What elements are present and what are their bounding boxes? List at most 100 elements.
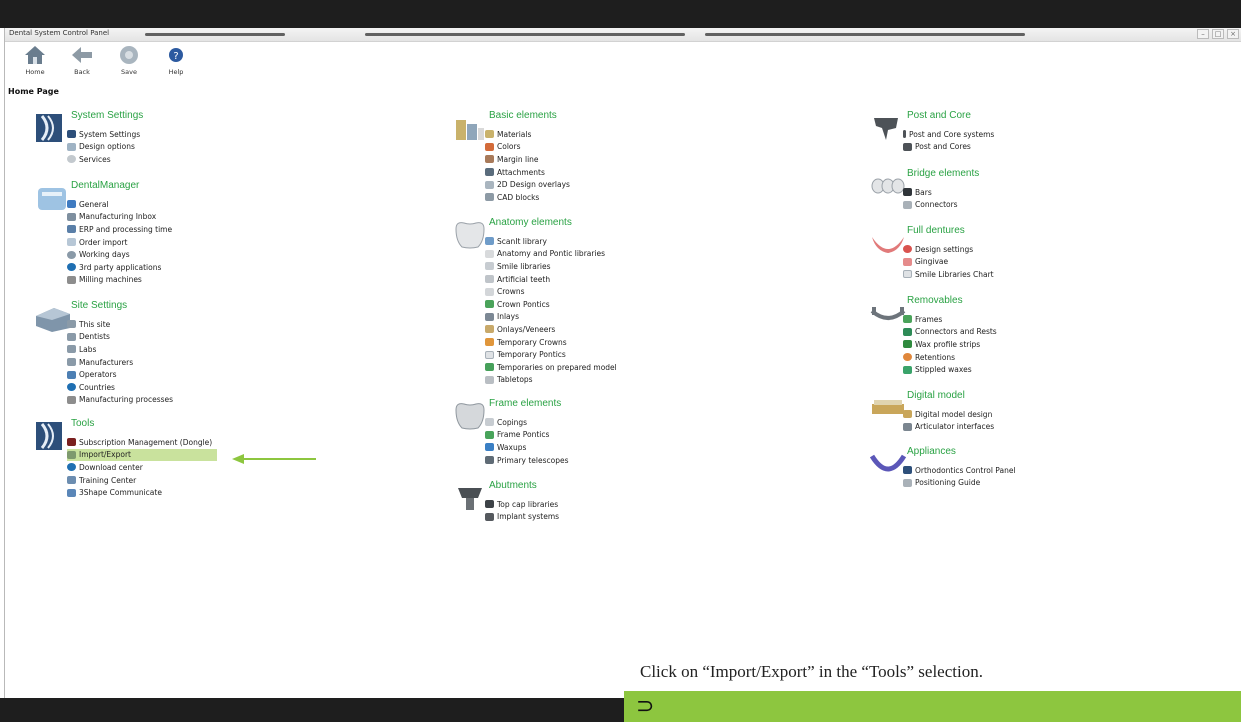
minimize-button[interactable]: –: [1197, 29, 1209, 39]
link-positioning-guide[interactable]: Positioning Guide: [903, 477, 1016, 490]
link-gingivae[interactable]: Gingivae: [903, 256, 994, 269]
bridge-elements-title: Bridge elements: [907, 168, 980, 179]
title-decor: [705, 33, 1025, 36]
link-general[interactable]: General: [67, 198, 172, 211]
link-cad-blocks[interactable]: CAD blocks: [485, 191, 570, 204]
link-stippled-waxes[interactable]: Stippled waxes: [903, 363, 997, 376]
teeth-icon: [485, 275, 494, 284]
link-operators[interactable]: Operators: [67, 368, 173, 381]
link-working-days[interactable]: Working days: [67, 248, 172, 261]
save-label: Save: [121, 68, 137, 76]
link-margin-line[interactable]: Margin line: [485, 153, 570, 166]
prepared-icon: [485, 363, 494, 372]
link-download-center[interactable]: Download center: [67, 461, 217, 474]
link-scanit-library[interactable]: ScanIt library: [485, 235, 617, 248]
link-temporary-crowns[interactable]: Temporary Crowns: [485, 336, 617, 349]
help-label: Help: [168, 68, 184, 76]
link-design-options[interactable]: Design options: [67, 141, 140, 154]
link-smile-libraries-chart[interactable]: Smile Libraries Chart: [903, 268, 994, 281]
anatomy-elements-title: Anatomy elements: [489, 217, 572, 228]
crown-icon: [485, 287, 494, 296]
link-countries[interactable]: Countries: [67, 381, 173, 394]
link-wax-profile-strips[interactable]: Wax profile strips: [903, 338, 997, 351]
link-order-import[interactable]: Order import: [67, 236, 172, 249]
gingivae-icon: [903, 257, 912, 266]
link-frames[interactable]: Frames: [903, 313, 997, 326]
link-import-export[interactable]: Import/Export: [67, 448, 217, 462]
back-button[interactable]: Back: [62, 44, 102, 76]
link-connectors-rests[interactable]: Connectors and Rests: [903, 326, 997, 339]
link-articulator-interfaces[interactable]: Articulator interfaces: [903, 421, 994, 434]
link-design-settings[interactable]: Design settings: [903, 243, 994, 256]
link-crown-pontics[interactable]: Crown Pontics: [485, 298, 617, 311]
maximize-button[interactable]: □: [1212, 29, 1224, 39]
home-button[interactable]: Home: [15, 44, 55, 76]
link-bars[interactable]: Bars: [903, 186, 958, 199]
link-materials[interactable]: Materials: [485, 128, 570, 141]
link-temporary-pontics[interactable]: Temporary Pontics: [485, 348, 617, 361]
link-this-site[interactable]: This site: [67, 318, 173, 331]
link-anatomy-pontic[interactable]: Anatomy and Pontic libraries: [485, 248, 617, 261]
link-connectors[interactable]: Connectors: [903, 199, 958, 212]
erp-icon: [67, 225, 76, 234]
design-icon: [67, 142, 76, 151]
link-crowns[interactable]: Crowns: [485, 285, 617, 298]
help-button[interactable]: ? Help: [156, 44, 196, 76]
system-settings-title: System Settings: [71, 110, 144, 121]
page-heading: Home Page: [8, 87, 59, 96]
materials-icon: [485, 130, 494, 139]
core-icon: [903, 142, 912, 151]
link-top-cap-libraries[interactable]: Top cap libraries: [485, 498, 559, 511]
link-copings[interactable]: Copings: [485, 416, 569, 429]
link-3shape-communicate[interactable]: 3Shape Communicate: [67, 486, 217, 499]
dental-manager-title: DentalManager: [71, 180, 140, 191]
title-decor: [145, 33, 285, 36]
link-implant-systems[interactable]: Implant systems: [485, 511, 559, 524]
link-post-core-systems[interactable]: Post and Core systems: [903, 128, 994, 141]
link-artificial-teeth[interactable]: Artificial teeth: [485, 273, 617, 286]
milling-icon: [67, 275, 76, 284]
link-tabletops[interactable]: Tabletops: [485, 374, 617, 387]
link-retentions[interactable]: Retentions: [903, 351, 997, 364]
link-manufacturing-inbox[interactable]: Manufacturing Inbox: [67, 211, 172, 224]
link-frame-pontics[interactable]: Frame Pontics: [485, 429, 569, 442]
link-inlays[interactable]: Inlays: [485, 311, 617, 324]
link-3rd-party[interactable]: 3rd party applications: [67, 261, 172, 274]
temp-crown-icon: [485, 338, 494, 347]
link-subscription[interactable]: Subscription Management (Dongle): [67, 436, 217, 449]
gear-icon: [67, 155, 76, 164]
link-services[interactable]: Services: [67, 153, 140, 166]
link-manufacturing-processes[interactable]: Manufacturing processes: [67, 394, 173, 407]
frame-elements-title: Frame elements: [489, 398, 562, 409]
link-labs[interactable]: Labs: [67, 343, 173, 356]
link-post-cores[interactable]: Post and Cores: [903, 141, 994, 154]
link-primary-telescopes[interactable]: Primary telescopes: [485, 454, 569, 467]
bar-icon: [903, 188, 912, 197]
frames-icon: [903, 315, 912, 324]
link-digital-model-design[interactable]: Digital model design: [903, 408, 994, 421]
link-temporaries-prepared[interactable]: Temporaries on prepared model: [485, 361, 617, 374]
link-attachments[interactable]: Attachments: [485, 166, 570, 179]
tools-title: Tools: [71, 418, 95, 429]
rests-icon: [903, 327, 912, 336]
wax-strip-icon: [903, 340, 912, 349]
back-arrow-icon: [72, 47, 92, 63]
link-training-center[interactable]: Training Center: [67, 474, 217, 487]
link-erp[interactable]: ERP and processing time: [67, 223, 172, 236]
close-button[interactable]: ×: [1227, 29, 1239, 39]
link-milling-machines[interactable]: Milling machines: [67, 274, 172, 287]
save-button[interactable]: Save: [109, 44, 149, 76]
link-smile-libraries[interactable]: Smile libraries: [485, 260, 617, 273]
link-orthodontics-panel[interactable]: Orthodontics Control Panel: [903, 464, 1016, 477]
link-manufacturers[interactable]: Manufacturers: [67, 356, 173, 369]
top-dark-band: [0, 0, 1241, 28]
link-onlays-veneers[interactable]: Onlays/Veneers: [485, 323, 617, 336]
frame-pontic-icon: [485, 430, 494, 439]
link-system-settings[interactable]: System Settings: [67, 128, 140, 141]
post-icon: [903, 130, 906, 139]
link-2d-overlays[interactable]: 2D Design overlays: [485, 178, 570, 191]
link-waxups[interactable]: Waxups: [485, 441, 569, 454]
link-colors[interactable]: Colors: [485, 141, 570, 154]
tabletop-icon: [485, 375, 494, 384]
link-dentists[interactable]: Dentists: [67, 331, 173, 344]
